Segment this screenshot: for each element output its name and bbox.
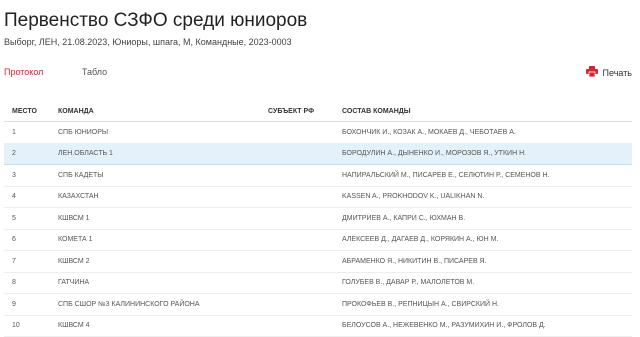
results-table: МЕСТО КОМАНДА СУБЪЕКТ РФ СОСТАВ КОМАНДЫ … [4,101,632,337]
print-button[interactable]: Печать [585,66,632,79]
print-label: Печать [602,67,632,78]
col-roster: СОСТАВ КОМАНДЫ [342,101,632,122]
cell-team: СПБ КАДЕТЫ [58,164,268,187]
cell-region [268,142,342,165]
page-header: Первенство СЗФО среди юниоров [4,10,307,32]
cell-roster[interactable]: KASSEN A., PROKHODOV K., UALIKHAN N. [342,186,632,208]
cell-place: 8 [4,272,58,294]
cell-roster[interactable]: БОРОДУЛИН А., ДЫНЕНКО И., МОРОЗОВ Я., УТ… [342,142,632,165]
cell-team: КШВСМ 1 [58,207,268,230]
cell-region [268,164,342,187]
table-row[interactable]: 9 СПБ СШОР №3 КАЛИНИНСКОГО РАЙОНА ПРОКОФ… [4,293,632,316]
col-team: КОМАНДА [58,101,268,122]
table-row[interactable]: 2 ЛЕН.ОБЛАСТЬ 1 БОРОДУЛИН А., ДЫНЕНКО И.… [4,142,632,165]
cell-region [268,293,342,316]
table-row[interactable]: 5 КШВСМ 1 ДМИТРИЕВ А., КАПРИ С., ЮХМАН В… [4,207,632,230]
table-row[interactable]: 8 ГАТЧИНА ГОЛУБЕВ В., ДАВАР Р., МАЛОЛЕТО… [4,272,632,294]
cell-team: ЛЕН.ОБЛАСТЬ 1 [58,142,268,165]
cell-region [268,207,342,230]
cell-team: КШВСМ 4 [58,315,268,337]
cell-roster[interactable]: ГОЛУБЕВ В., ДАВАР Р., МАЛОЛЕТОВ М. [342,272,632,294]
cell-region [268,186,342,208]
table-row[interactable]: 6 КОМЕТА 1 АЛЕКСЕЕВ Д., ДАГАЕВ Д., КОРЯК… [4,229,632,251]
tab-protocol[interactable]: Протокол [4,67,43,77]
table-row[interactable]: 7 КШВСМ 2 АБРАМЕНКО Я., НИКИТИН В., ПИСА… [4,250,632,273]
cell-place: 7 [4,250,58,273]
cell-roster[interactable]: БЕЛОУСОВ А., НЕЖЕВЕНКО М., РАЗУМИХИН И.,… [342,315,632,337]
cell-place: 4 [4,186,58,208]
cell-roster[interactable]: ДМИТРИЕВ А., КАПРИ С., ЮХМАН В. [342,207,632,230]
page-subtitle: Выборг, ЛЕН, 21.08.2023, Юниоры, шпага, … [4,37,292,47]
table-row[interactable]: 10 КШВСМ 4 БЕЛОУСОВ А., НЕЖЕВЕНКО М., РА… [4,315,632,337]
cell-place: 9 [4,293,58,316]
cell-region [268,229,342,251]
cell-roster[interactable]: АЛЕКСЕЕВ Д., ДАГАЕВ Д., КОРЯКИН А., ЮН М… [342,229,632,251]
page-title: Первенство СЗФО среди юниоров [4,10,308,31]
table-row[interactable]: 4 КАЗАХСТАН KASSEN A., PROKHODOV K., UAL… [4,186,632,208]
tabs: Протокол Табло [4,67,143,77]
cell-team: ГАТЧИНА [58,272,268,294]
cell-team: СПБ СШОР №3 КАЛИНИНСКОГО РАЙОНА [58,293,268,316]
cell-region [268,250,342,273]
col-place: МЕСТО [4,101,58,122]
table-header-row: МЕСТО КОМАНДА СУБЪЕКТ РФ СОСТАВ КОМАНДЫ [4,101,632,122]
printer-icon [585,66,598,79]
cell-place: 10 [4,315,58,337]
cell-team: СПБ ЮНИОРЫ [58,121,268,144]
cell-roster[interactable]: НАПИРАЛЬСКИЙ М., ПИСАРЕВ Е., СЕЛЮТИН Р.,… [342,164,632,187]
cell-place: 1 [4,121,58,144]
cell-team: КОМЕТА 1 [58,229,268,251]
cell-roster[interactable]: АБРАМЕНКО Я., НИКИТИН В., ПИСАРЕВ Я. [342,250,632,273]
col-region: СУБЪЕКТ РФ [268,101,342,122]
tab-scoreboard[interactable]: Табло [82,67,107,77]
cell-roster[interactable]: БОХОНЧИК И., КОЗАК А., МОКАЕВ Д., ЧЕБОТА… [342,121,632,144]
cell-place: 6 [4,229,58,251]
cell-place: 3 [4,164,58,187]
cell-region [268,121,342,144]
cell-place: 2 [4,142,58,165]
table-row[interactable]: 1 СПБ ЮНИОРЫ БОХОНЧИК И., КОЗАК А., МОКА… [4,121,632,144]
cell-team: КШВСМ 2 [58,250,268,273]
cell-region [268,315,342,337]
cell-place: 5 [4,207,58,230]
cell-team: КАЗАХСТАН [58,186,268,208]
cell-roster[interactable]: ПРОКОФЬЕВ В., РЕПНИЦЫН А., СВИРСКИЙ Н. [342,293,632,316]
table-row[interactable]: 3 СПБ КАДЕТЫ НАПИРАЛЬСКИЙ М., ПИСАРЕВ Е.… [4,164,632,187]
cell-region [268,272,342,294]
